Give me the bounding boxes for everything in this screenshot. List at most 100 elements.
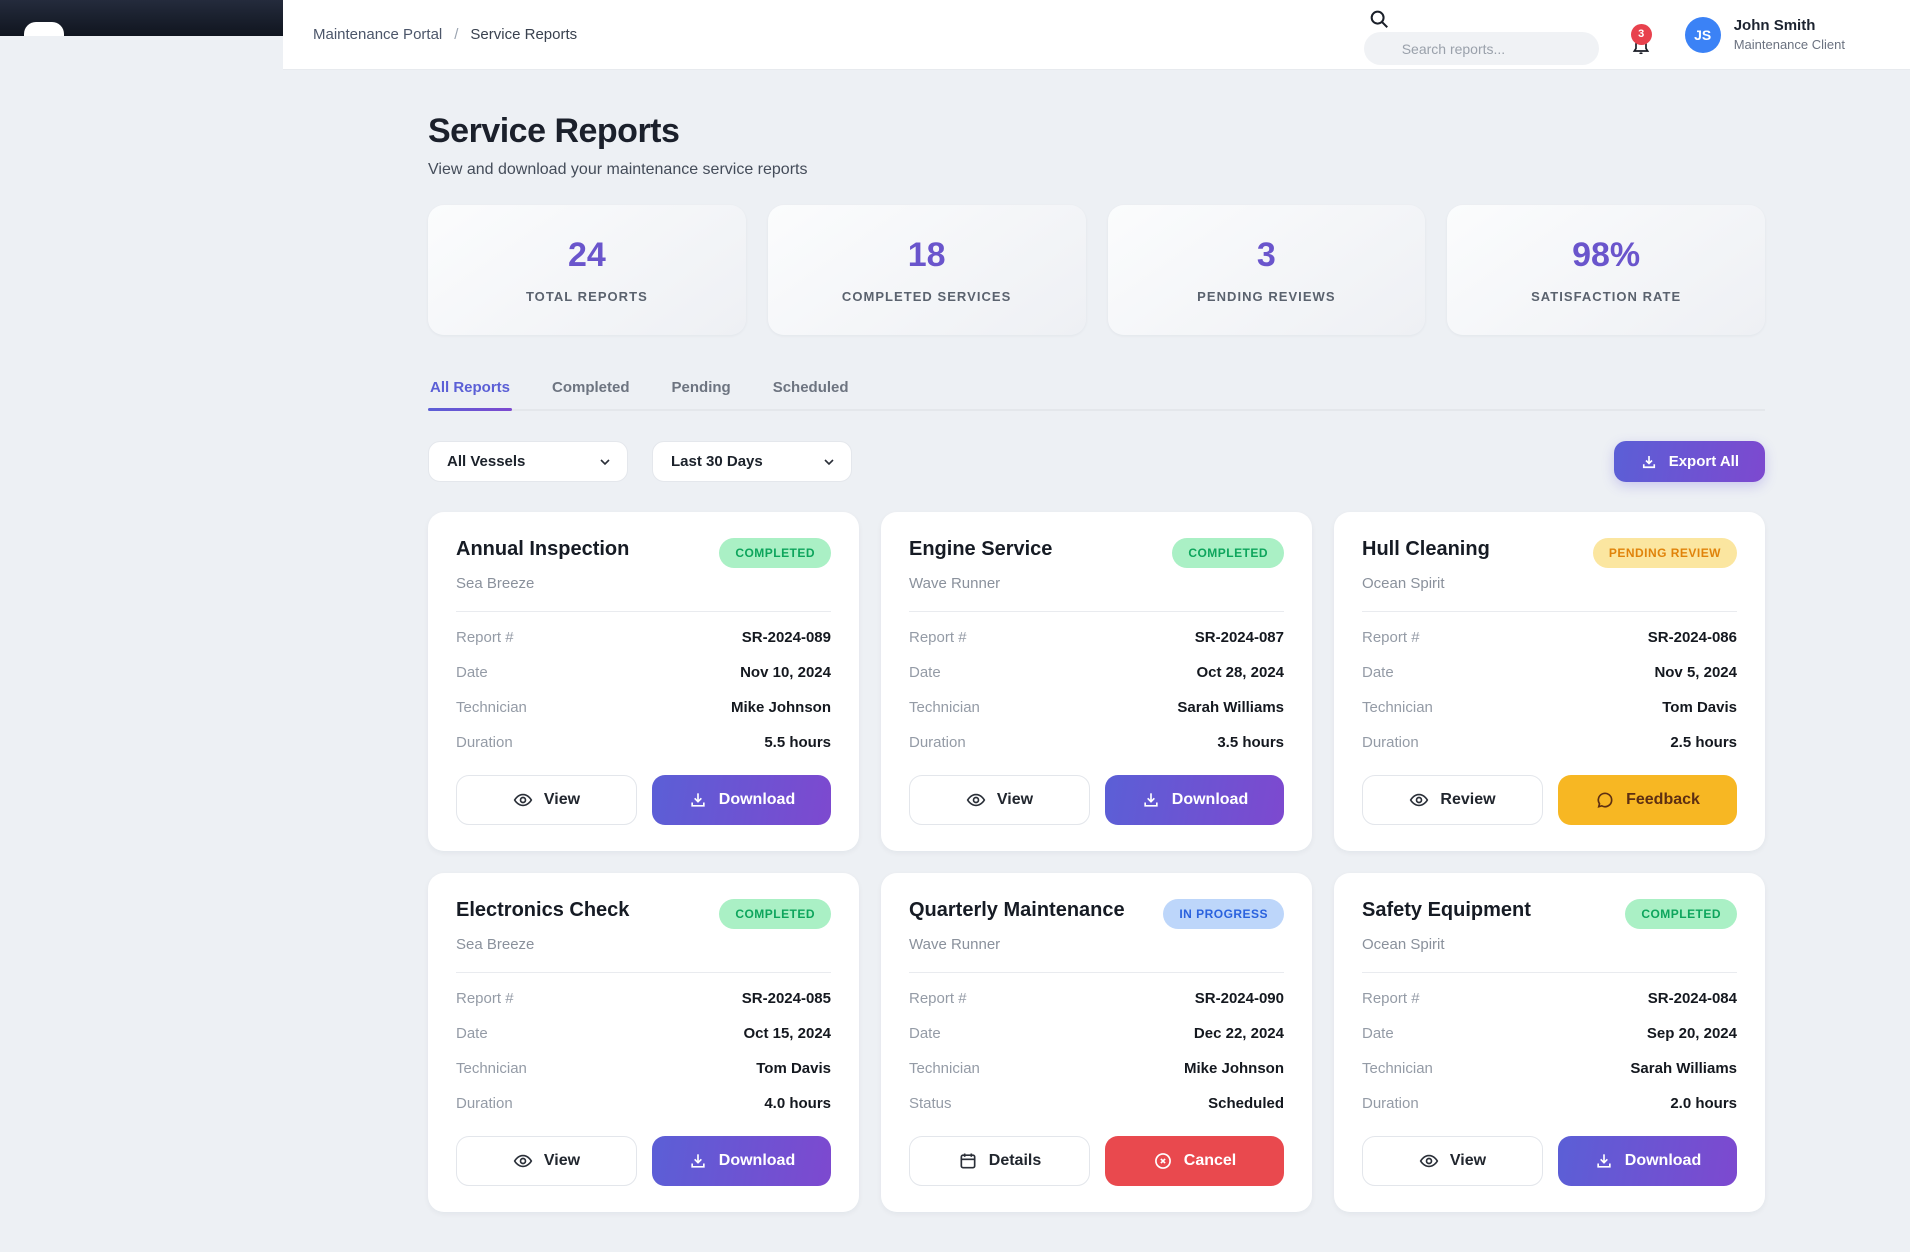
duration-row: Duration 3.5 hours [909, 725, 1284, 760]
date-row: Date Oct 28, 2024 [909, 655, 1284, 690]
search [1364, 8, 1599, 65]
cancel-button[interactable]: Cancel [1105, 1136, 1284, 1186]
report-number-row: Report # SR-2024-084 [1362, 981, 1737, 1016]
duration-row: Duration 5.5 hours [456, 725, 831, 760]
tabs: All Reports Completed Pending Scheduled [428, 379, 1765, 411]
download-icon [1594, 1151, 1614, 1171]
breadcrumb-root[interactable]: Maintenance Portal [313, 26, 442, 43]
search-icon [1368, 8, 1390, 30]
stat-value: 98% [1572, 236, 1640, 275]
breadcrumb-current: Service Reports [470, 26, 577, 43]
report-title: Hull Cleaning [1362, 538, 1490, 561]
report-title: Quarterly Maintenance [909, 899, 1125, 922]
stat-label: PENDING REVIEWS [1197, 289, 1335, 304]
tab-all-reports[interactable]: All Reports [428, 379, 512, 409]
vessel-filter-select[interactable]: All Vessels [428, 441, 628, 482]
vessel-name: Wave Runner [909, 936, 1284, 953]
tab-scheduled[interactable]: Scheduled [771, 379, 851, 409]
avatar: JS [1685, 17, 1721, 53]
status-badge: COMPLETED [719, 899, 831, 929]
stat-satisfaction-rate: 98% SATISFACTION RATE [1447, 205, 1765, 335]
header-right: 3 JS John Smith Maintenance Client [1364, 4, 1845, 65]
review-button[interactable]: Review [1362, 775, 1543, 825]
download-icon [1141, 790, 1161, 810]
view-button[interactable]: View [1362, 1136, 1543, 1186]
vessel-filter-value: All Vessels [447, 453, 525, 470]
sidebar-top [0, 0, 283, 36]
stat-completed-services: 18 COMPLETED SERVICES [768, 205, 1086, 335]
user-info: John Smith Maintenance Client [1734, 17, 1845, 52]
date-row: Date Nov 10, 2024 [456, 655, 831, 690]
date-row: Date Dec 22, 2024 [909, 1016, 1284, 1051]
logo-icon [32, 35, 56, 36]
search-input[interactable] [1364, 32, 1599, 65]
user-role: Maintenance Client [1734, 37, 1845, 52]
technician-row: Technician Tom Davis [1362, 690, 1737, 725]
eye-icon [513, 1151, 533, 1171]
tab-pending[interactable]: Pending [670, 379, 733, 409]
user-menu[interactable]: JS John Smith Maintenance Client [1685, 17, 1845, 53]
technician-row: Technician Sarah Williams [909, 690, 1284, 725]
vessel-name: Wave Runner [909, 575, 1284, 592]
report-title: Safety Equipment [1362, 899, 1531, 922]
download-icon [688, 1151, 708, 1171]
stat-label: TOTAL REPORTS [526, 289, 648, 304]
stat-value: 3 [1257, 236, 1276, 275]
report-number-row: Report # SR-2024-085 [456, 981, 831, 1016]
divider [456, 972, 831, 973]
date-row: Date Oct 15, 2024 [456, 1016, 831, 1051]
filters-row: All Vessels Last 30 Days Export All [428, 441, 1765, 482]
breadcrumb: Maintenance Portal / Service Reports [313, 26, 577, 43]
eye-icon [1419, 1151, 1439, 1171]
stats-row: 24 TOTAL REPORTS 18 COMPLETED SERVICES 3… [428, 205, 1765, 335]
chevron-down-icon [597, 454, 613, 470]
details-button[interactable]: Details [909, 1136, 1090, 1186]
vessel-name: Sea Breeze [456, 575, 831, 592]
export-all-label: Export All [1669, 453, 1739, 470]
app-logo[interactable] [24, 22, 64, 36]
main-content: Service Reports View and download your m… [283, 112, 1910, 1252]
report-cards-grid: Annual Inspection COMPLETED Sea Breeze R… [428, 512, 1765, 1212]
duration-row: Duration 2.0 hours [1362, 1086, 1737, 1121]
report-card: Engine Service COMPLETED Wave Runner Rep… [881, 512, 1312, 851]
view-button[interactable]: View [456, 775, 637, 825]
calendar-icon [958, 1151, 978, 1171]
stat-value: 24 [568, 236, 606, 275]
notifications-button[interactable]: 3 [1629, 12, 1655, 58]
view-button[interactable]: View [456, 1136, 637, 1186]
status-row: Status Scheduled [909, 1086, 1284, 1121]
view-button[interactable]: View [909, 775, 1090, 825]
page-title: Service Reports [428, 112, 1765, 151]
report-card: Electronics Check COMPLETED Sea Breeze R… [428, 873, 859, 1212]
divider [1362, 972, 1737, 973]
duration-row: Duration 2.5 hours [1362, 725, 1737, 760]
vessel-name: Ocean Spirit [1362, 575, 1737, 592]
status-badge: COMPLETED [719, 538, 831, 568]
export-all-button[interactable]: Export All [1614, 441, 1765, 482]
download-icon [1640, 453, 1658, 471]
download-button[interactable]: Download [652, 1136, 831, 1186]
feedback-button[interactable]: Feedback [1558, 775, 1737, 825]
breadcrumb-separator: / [454, 26, 458, 43]
date-range-select[interactable]: Last 30 Days [652, 441, 852, 482]
date-row: Date Nov 5, 2024 [1362, 655, 1737, 690]
chevron-down-icon [821, 454, 837, 470]
header: Maintenance Portal / Service Reports 3 J… [283, 0, 1910, 70]
notification-count-badge: 3 [1631, 24, 1652, 45]
tab-completed[interactable]: Completed [550, 379, 632, 409]
stat-label: SATISFACTION RATE [1531, 289, 1681, 304]
report-title: Electronics Check [456, 899, 629, 922]
date-row: Date Sep 20, 2024 [1362, 1016, 1737, 1051]
divider [909, 611, 1284, 612]
status-badge: COMPLETED [1625, 899, 1737, 929]
chat-bubble-icon [1595, 790, 1615, 810]
report-number-row: Report # SR-2024-086 [1362, 620, 1737, 655]
download-button[interactable]: Download [652, 775, 831, 825]
download-button[interactable]: Download [1105, 775, 1284, 825]
technician-row: Technician Mike Johnson [909, 1051, 1284, 1086]
download-button[interactable]: Download [1558, 1136, 1737, 1186]
technician-row: Technician Sarah Williams [1362, 1051, 1737, 1086]
report-title: Engine Service [909, 538, 1052, 561]
eye-icon [1409, 790, 1429, 810]
report-card: Hull Cleaning PENDING REVIEW Ocean Spiri… [1334, 512, 1765, 851]
